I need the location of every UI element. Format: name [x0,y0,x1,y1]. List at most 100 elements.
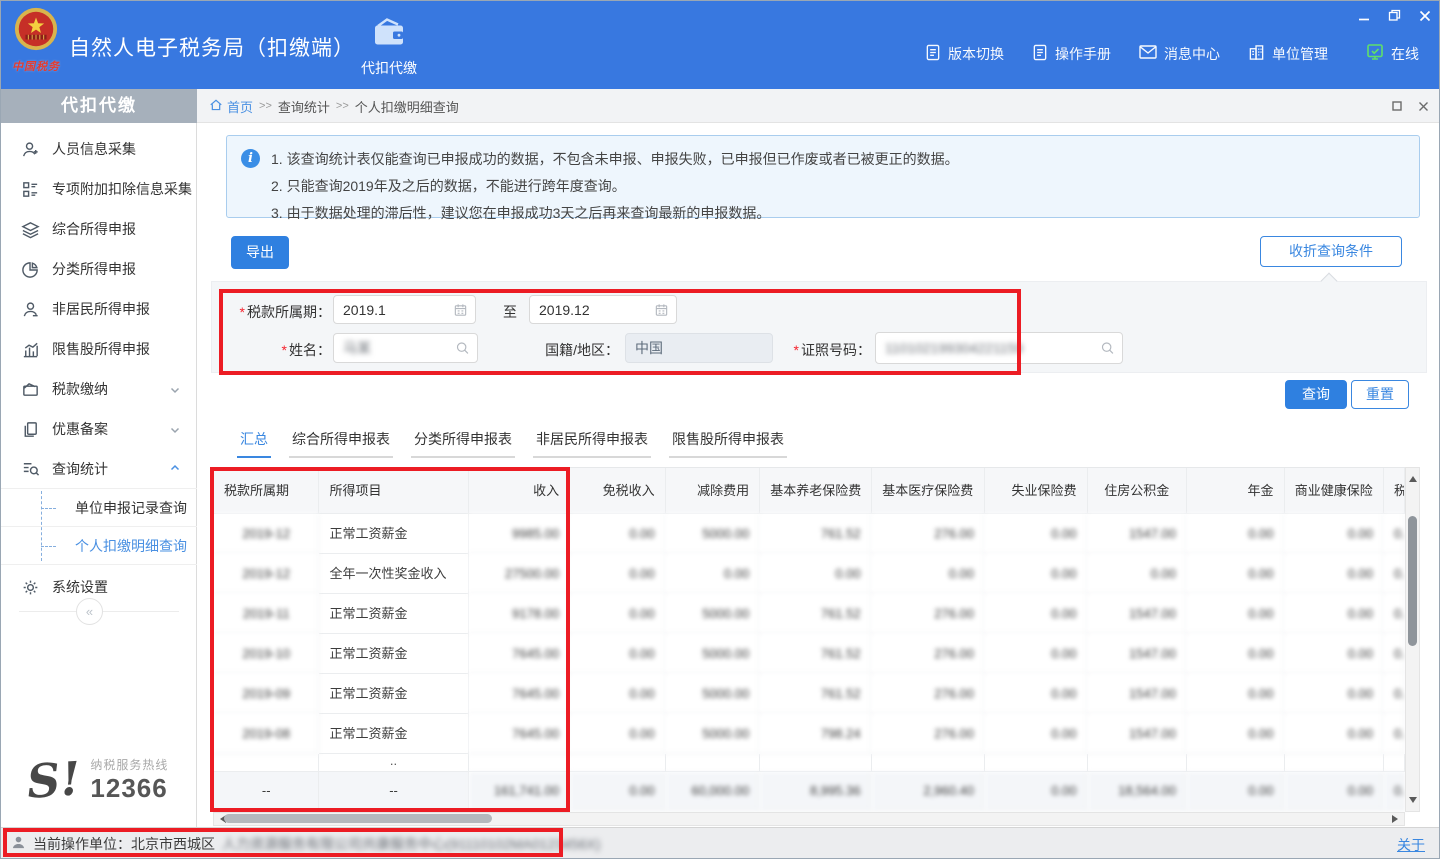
sidebar-item-preference-filing[interactable]: 优惠备案 [1,409,197,449]
table-row: 2019-10正常工资薪金7645.000.005000.00761.52276… [214,634,1405,674]
calendar-icon[interactable] [654,302,669,317]
table-cell: 276.00 [872,594,985,634]
person-add-icon [21,140,40,159]
sidebar-item-nonresident-income[interactable]: 非居民所得申报 [1,289,197,329]
vertical-scrollbar[interactable] [1405,467,1420,812]
tab-nonresident-income[interactable]: 非居民所得申报表 [533,429,651,458]
period-from-input[interactable]: 2019.1 [333,295,476,324]
table-cell: 276.00 [872,514,985,554]
current-operating-unit: 当前操作单位：北京市西城区 人力资源服务有限公司共康服务中心(91110102M… [11,828,600,859]
table-cell [1088,754,1188,772]
search-list-icon [21,459,40,478]
result-tabs: 汇总 综合所得申报表 分类所得申报表 非居民所得申报表 限售股所得申报表 [237,429,787,458]
sidebar-item-label: 综合所得申报 [52,219,136,239]
table-cell: 0.00 [985,772,1087,811]
query-button[interactable]: 查询 [1285,380,1347,409]
content-window-controls [1392,89,1429,123]
breadcrumb-separator: >> [259,100,272,112]
table-cell: 0.00 [1384,594,1405,634]
sidebar-item-tax-payment[interactable]: 税款缴纳 [1,369,197,409]
sidebar-item-comprehensive-income[interactable]: 综合所得申报 [1,209,197,249]
restore-button[interactable] [1388,9,1401,22]
sidebar-item-label: 非居民所得申报 [52,299,150,319]
scroll-down-arrow[interactable] [1409,797,1417,807]
search-icon[interactable] [1100,341,1115,356]
online-monitor-check-icon [1366,43,1384,64]
sidebar-item-label: 系统设置 [52,577,108,597]
breadcrumb-separator: >> [336,100,349,112]
tab-comprehensive-income[interactable]: 综合所得申报表 [289,429,393,458]
table-cell: 0.00 [1187,554,1285,594]
scroll-up-arrow[interactable] [1409,472,1417,482]
table-cell: 7645.00 [469,674,570,714]
table-cell: 8,995.36 [760,772,871,811]
table-cell: 9178.00 [469,594,570,634]
menu-item-version-switch[interactable]: 版本切换 [925,44,1004,64]
sidebar-subitem-unit-declaration-query[interactable]: 单位申报记录查询 [1,489,197,527]
table-cell: 0.00 [1285,554,1385,594]
table-cell: 761.52 [760,634,871,674]
person-icon [21,300,40,319]
header-tab-withholding[interactable]: 代扣代缴 [350,17,428,78]
menu-item-unit-management[interactable]: 单位管理 [1248,44,1328,64]
table-cell: 0.00 [1187,594,1285,634]
sidebar-item-label: 税款缴纳 [52,379,108,399]
table-cell [666,754,761,772]
id-number-input[interactable]: 110102199304221159 [875,332,1123,364]
notice-line: 3. 由于数据处理的滞后性，建议您在申报成功3天之后再来查询最新的申报数据。 [271,200,1403,227]
menu-item-message-center[interactable]: 消息中心 [1139,44,1220,64]
breadcrumb-level1[interactable]: 查询统计 [278,97,330,116]
collapse-query-button[interactable]: 收折查询条件 [1260,236,1402,267]
breadcrumb-bar: 首页 >> 查询统计 >> 个人扣缴明细查询 [197,89,1440,123]
table-cell: 0.00 [1285,714,1385,754]
horizontal-scrollbar[interactable] [213,812,1405,826]
info-icon: i [241,149,260,168]
tab-classified-income[interactable]: 分类所得申报表 [411,429,515,458]
reset-button[interactable]: 重置 [1351,380,1409,409]
table-header-row: 税款所属期所得项目收入免税收入减除费用基本养老保险费基本医疗保险费失业保险费住房… [214,468,1405,514]
export-button[interactable]: 导出 [231,236,289,269]
sidebar-item-personnel-info[interactable]: 人员信息采集 [1,129,197,169]
table-cell: 276.00 [872,674,985,714]
tab-summary[interactable]: 汇总 [237,429,271,458]
sidebar-collapse-button[interactable]: « [76,598,103,625]
vertical-scrollbar-thumb[interactable] [1408,516,1417,646]
table-cell: 正常工资薪金 [319,714,468,754]
table-cell: 0.00 [1285,634,1385,674]
home-icon [209,98,223,115]
app-header: 中国税务 自然人电子税务局（扣缴端） 代扣代缴 版本切换 操作手册 [1,1,1440,89]
scroll-right-arrow[interactable] [1392,815,1402,823]
table-cell: 正常工资薪金 [319,514,468,554]
calendar-icon[interactable] [453,302,468,317]
name-input[interactable]: 马某 [333,333,478,363]
table-header-cell: 商业健康保险 [1285,468,1385,514]
sidebar-item-query-statistics[interactable]: 查询统计 [1,449,197,489]
table-cell: 5000.00 [666,674,761,714]
close-button[interactable] [1419,10,1431,22]
main-content: i 1. 该查询统计表仅能查询已申报成功的数据，不包含未申报、申报失败，已申报但… [197,123,1440,827]
sidebar-item-special-deduction[interactable]: 专项附加扣除信息采集 [1,169,197,209]
close-pane-icon[interactable] [1418,101,1429,112]
table-cell: 0.00 [666,554,761,594]
table-header-cell: 税款所属期 [214,468,319,514]
tab-restricted-shares[interactable]: 限售股所得申报表 [669,429,787,458]
table-cell: 798.24 [760,714,871,754]
horizontal-scrollbar-thumb[interactable] [224,814,492,823]
about-link[interactable]: 关于 [1397,835,1425,855]
sidebar-item-classified-income[interactable]: 分类所得申报 [1,249,197,289]
sidebar-subitem-personal-withholding-query[interactable]: 个人扣缴明细查询 [1,527,197,565]
document-icon [925,44,941,64]
minimize-button[interactable] [1358,10,1370,22]
maximize-pane-icon[interactable] [1392,101,1402,111]
table-row: 2019-12全年一次性奖金收入27500.000.000.000.000.00… [214,554,1405,594]
period-to-input[interactable]: 2019.12 [529,295,677,324]
menu-item-manual[interactable]: 操作手册 [1032,44,1111,64]
table-cell: 0.00 [570,714,666,754]
breadcrumb-home[interactable]: 首页 [209,97,253,116]
online-status[interactable]: 在线 [1366,43,1419,64]
search-icon[interactable] [455,341,470,356]
gear-icon [21,578,40,597]
table-cell: 0.00 [1187,634,1285,674]
table-cell: 全年一次性奖金收入 [319,554,468,594]
sidebar-item-restricted-shares[interactable]: 限售股所得申报 [1,329,197,369]
